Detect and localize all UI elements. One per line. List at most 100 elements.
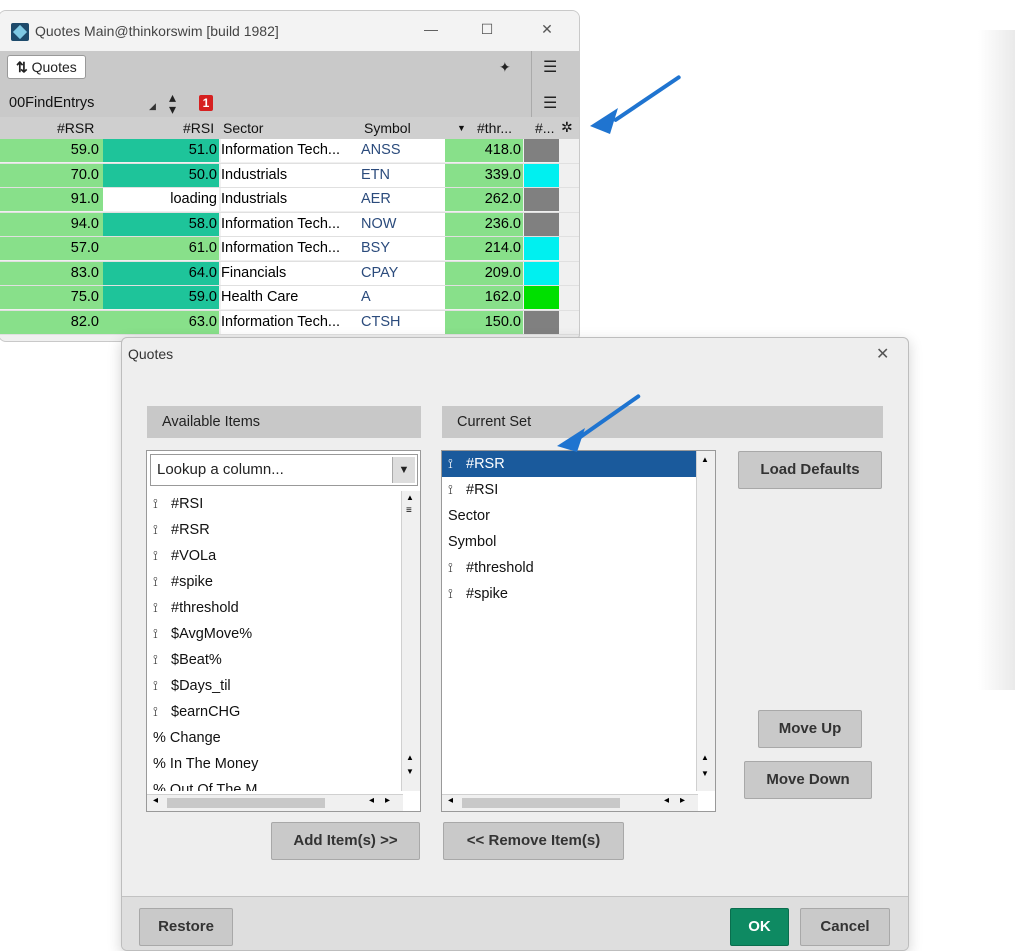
cell-rsr: 83.0	[0, 261, 103, 285]
horizontal-scroll-thumb[interactable]	[462, 798, 620, 808]
list-item[interactable]: ⟟ #RSR	[147, 517, 403, 543]
horizontal-scroll-thumb[interactable]	[167, 798, 325, 808]
watchlist-row[interactable]: 82.0 63.0 Information Tech... CTSH 150.0	[0, 310, 579, 335]
column-settings-gear-icon[interactable]: ✲	[561, 119, 573, 136]
scroll-left-icon[interactable]: ◂	[448, 795, 453, 806]
list-item-label: Symbol	[448, 534, 497, 550]
cell-spike	[524, 237, 559, 260]
list-item[interactable]: Sector	[442, 503, 698, 529]
watchlist-grid: 59.0 51.0 Information Tech... ANSS 418.0 70.0…	[0, 139, 579, 335]
maximize-button[interactable]: ☐	[475, 21, 499, 41]
restore-button[interactable]: Restore	[139, 908, 233, 946]
stepper-icon[interactable]: ▴ ▾	[169, 90, 176, 116]
study-script-icon: ⟟	[153, 704, 158, 719]
move-up-button[interactable]: Move Up	[758, 710, 862, 748]
list-item[interactable]: ⟟ #RSI	[147, 491, 403, 517]
close-button[interactable]: ✕	[535, 21, 559, 41]
pin-icon[interactable]: ✦	[499, 59, 511, 76]
watchlist-row[interactable]: 57.0 61.0 Information Tech... BSY 214.0	[0, 237, 579, 262]
cell-symbol: ANSS	[361, 139, 445, 162]
watchlist-row[interactable]: 91.0 loading Industrials AER 262.0	[0, 188, 579, 213]
watchlist-toolbar: ✦ ☰	[0, 51, 579, 88]
cell-spike	[524, 212, 559, 236]
column-header-threshold[interactable]: #thr...	[477, 120, 512, 136]
scroll-down-icon[interactable]: ▼	[701, 769, 709, 778]
list-item[interactable]: ⟟ $earnCHG	[147, 699, 403, 725]
list-item[interactable]: ⟟ #RSR	[442, 451, 698, 477]
column-header-rsi[interactable]: #RSI	[183, 120, 214, 136]
current-vertical-scrollbar[interactable]: ▲ ▲ ▼	[696, 451, 715, 791]
list-item[interactable]: % In The Money	[147, 751, 403, 777]
list-item[interactable]: ⟟ $Days_til	[147, 673, 403, 699]
column-header-sector[interactable]: Sector	[223, 120, 263, 136]
dropdown-arrow-icon[interactable]: ▼	[392, 457, 415, 483]
add-items-button[interactable]: Add Item(s) >>	[271, 822, 420, 860]
watchlist-row[interactable]: 75.0 59.0 Health Care A 162.0	[0, 286, 579, 311]
available-horizontal-scrollbar[interactable]: ◂ ◂ ▸	[147, 794, 403, 811]
watchlist-row[interactable]: 94.0 58.0 Information Tech... NOW 236.0	[0, 212, 579, 237]
list-item[interactable]: Symbol	[442, 529, 698, 555]
scroll-down-icon[interactable]: ▼	[406, 767, 414, 776]
dialog-close-icon[interactable]: ✕	[876, 344, 889, 364]
study-script-icon: ⟟	[153, 548, 158, 563]
list-item-label: % Change	[153, 730, 221, 746]
cell-sector: Information Tech...	[221, 237, 361, 260]
list-item-label: #threshold	[466, 560, 534, 576]
minimize-button[interactable]: —	[419, 21, 443, 41]
available-items-list[interactable]: ⟟ #RSI ⟟ #RSR ⟟ #VOLa ⟟ #spike ⟟ #threshold ⟟ $AvgM…	[147, 491, 403, 791]
list-item[interactable]: ⟟ #spike	[147, 569, 403, 595]
list-item-label: $Days_til	[171, 678, 231, 694]
current-horizontal-scrollbar[interactable]: ◂ ◂ ▸	[442, 794, 698, 811]
dialog-title: Quotes	[128, 346, 174, 362]
dropdown-corner-icon[interactable]: ◢	[149, 101, 156, 112]
scroll-left-icon[interactable]: ◂	[369, 795, 374, 806]
list-item[interactable]: % Out Of The M...	[147, 777, 403, 791]
column-header-symbol[interactable]: Symbol	[364, 120, 411, 136]
list-item[interactable]: ⟟ #threshold	[442, 555, 698, 581]
column-header-rsr[interactable]: #RSR	[57, 120, 94, 136]
cell-rsi: loading	[103, 188, 219, 211]
scroll-up-icon[interactable]: ▲	[701, 455, 709, 464]
list-item[interactable]: ⟟ #threshold	[147, 595, 403, 621]
watchlist-row[interactable]: 59.0 51.0 Information Tech... ANSS 418.0	[0, 139, 579, 164]
annotation-arrow	[612, 74, 682, 123]
alert-badge[interactable]: 1	[199, 95, 213, 111]
scroll-up-icon[interactable]: ▲	[406, 753, 414, 762]
watchlist-name[interactable]: 00FindEntrys	[9, 95, 94, 111]
list-item[interactable]: % Change	[147, 725, 403, 751]
column-lookup-input[interactable]: Lookup a column... ▼	[150, 454, 418, 486]
current-set-list[interactable]: ⟟ #RSR ⟟ #RSI Sector Symbol ⟟ #threshold ⟟ #spike	[442, 451, 698, 791]
list-item[interactable]: ⟟ $Beat%	[147, 647, 403, 673]
list-item[interactable]: ⟟ #spike	[442, 581, 698, 607]
cell-symbol: CTSH	[361, 310, 445, 334]
load-defaults-button[interactable]: Load Defaults	[738, 451, 882, 489]
scroll-left-icon[interactable]: ◂	[664, 795, 669, 806]
cell-rsi: 63.0	[103, 310, 219, 334]
column-header-spike[interactable]: #...	[535, 120, 554, 136]
menu-icon[interactable]: ☰	[543, 57, 557, 77]
ok-button[interactable]: OK	[730, 908, 789, 946]
list-item[interactable]: ⟟ $AvgMove%	[147, 621, 403, 647]
watchlist-row[interactable]: 70.0 50.0 Industrials ETN 339.0	[0, 163, 579, 188]
scroll-thumb-icon[interactable]: ≡	[406, 505, 412, 516]
cell-threshold: 236.0	[445, 212, 523, 236]
watchlist-row[interactable]: 83.0 64.0 Financials CPAY 209.0	[0, 261, 579, 286]
study-script-icon: ⟟	[448, 456, 453, 471]
list-item[interactable]: ⟟ #VOLa	[147, 543, 403, 569]
scroll-right-icon[interactable]: ▸	[680, 795, 685, 806]
move-down-button[interactable]: Move Down	[744, 761, 872, 799]
scroll-left-icon[interactable]: ◂	[153, 795, 158, 806]
menu-icon[interactable]: ☰	[543, 93, 557, 113]
scroll-up-icon[interactable]: ▲	[701, 753, 709, 762]
window-titlebar: Quotes Main@thinkorswim [build 1982] — ☐…	[0, 11, 579, 51]
remove-items-button[interactable]: << Remove Item(s)	[443, 822, 624, 860]
cancel-button[interactable]: Cancel	[800, 908, 890, 946]
quotes-button[interactable]: ⇅ Quotes	[7, 55, 86, 79]
available-vertical-scrollbar[interactable]: ▲ ≡ ▲ ▼	[401, 491, 420, 791]
scroll-up-icon[interactable]: ▲	[406, 493, 414, 502]
cell-rsi: 58.0	[103, 212, 219, 236]
scroll-right-icon[interactable]: ▸	[385, 795, 390, 806]
list-item-label: #RSR	[171, 522, 210, 538]
list-item[interactable]: ⟟ #RSI	[442, 477, 698, 503]
thinkorswim-logo-icon	[11, 23, 29, 41]
